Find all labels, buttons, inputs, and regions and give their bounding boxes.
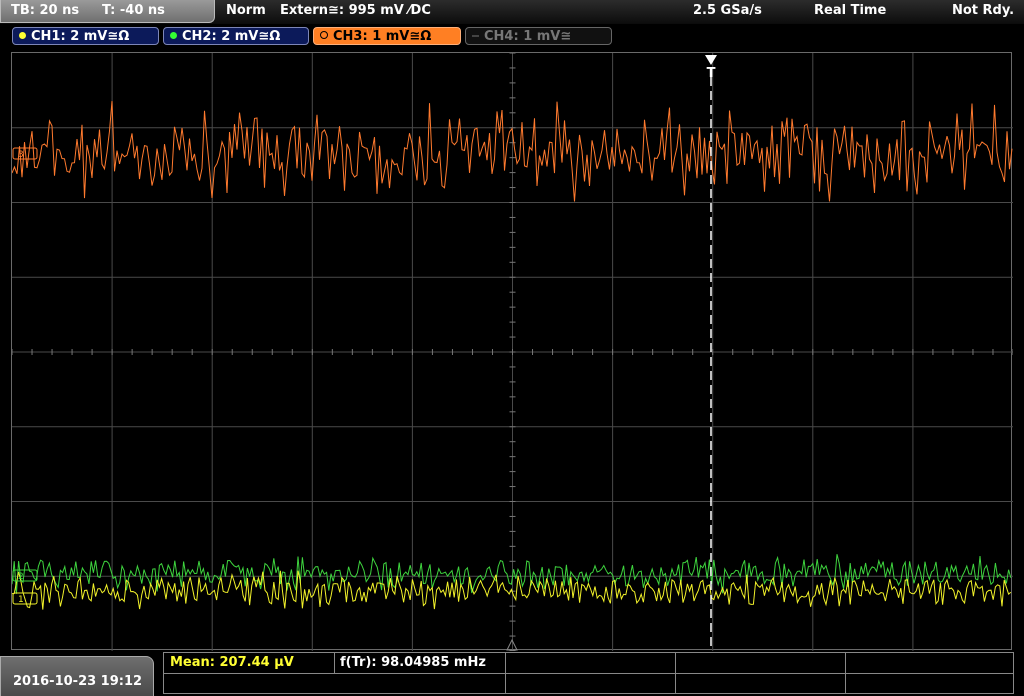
tab-ch4[interactable]: CH4: 1 mV≅ [465, 27, 612, 45]
datetime-panel: 2016-10-23 19:12 [0, 656, 154, 696]
trigger-status: Not Rdy. [952, 3, 1015, 18]
tab-ch1[interactable]: CH1: 2 mV≅Ω [12, 27, 159, 45]
waveform-display[interactable]: T 3 2 1 [11, 52, 1013, 651]
ch2-label: CH2: 2 mV≅Ω [182, 29, 281, 44]
ch1-marker-label: 1 [18, 595, 24, 605]
frequency-measurement: f(Tr): 98.04985 mHz [340, 655, 486, 670]
sample-rate[interactable]: 2.5 GSa/s [693, 3, 762, 18]
ch2-indicator-icon [170, 32, 177, 39]
timebase-panel[interactable]: TB: 20 ns T: -40 ns [0, 0, 215, 23]
ch3-indicator-icon [320, 31, 328, 39]
waveform-svg: T 3 2 1 [12, 53, 1013, 651]
tab-ch2[interactable]: CH2: 2 mV≅Ω [163, 27, 309, 45]
acquisition-mode[interactable]: Real Time [814, 3, 886, 18]
datetime-value: 2016-10-23 19:12 [13, 674, 143, 689]
mean-measurement: Mean: 207.44 µV [170, 655, 294, 670]
trigger-source[interactable]: Extern≅: 995 mV ⁄DC [280, 3, 431, 18]
ch2-marker-label: 2 [18, 572, 24, 582]
ch4-label: CH4: 1 mV≅ [484, 29, 572, 44]
trigger-mode[interactable]: Norm [226, 3, 266, 18]
trigger-arrow-icon[interactable] [705, 55, 717, 65]
tab-ch3[interactable]: CH3: 1 mV≅Ω [313, 27, 461, 45]
ch3-marker-label: 3 [18, 150, 24, 160]
ch1-label: CH1: 2 mV≅Ω [31, 29, 130, 44]
graticule [12, 53, 1013, 651]
status-bar: TB: 20 ns T: -40 ns Norm Extern≅: 995 mV… [0, 0, 1024, 25]
ch1-indicator-icon [19, 32, 26, 39]
ch3-label: CH3: 1 mV≅Ω [333, 29, 432, 44]
ch2-waveform [12, 554, 1012, 594]
timebase-value: TB: 20 ns [11, 3, 80, 18]
measurement-panel[interactable]: Mean: 207.44 µV f(Tr): 98.04985 mHz [163, 652, 1014, 694]
trigger-label: T [707, 66, 716, 81]
ch4-indicator-icon [472, 35, 479, 37]
trigger-time-value: T: -40 ns [102, 3, 165, 18]
channel-tabs: CH1: 2 mV≅Ω CH2: 2 mV≅Ω CH3: 1 mV≅Ω CH4:… [0, 24, 1024, 50]
